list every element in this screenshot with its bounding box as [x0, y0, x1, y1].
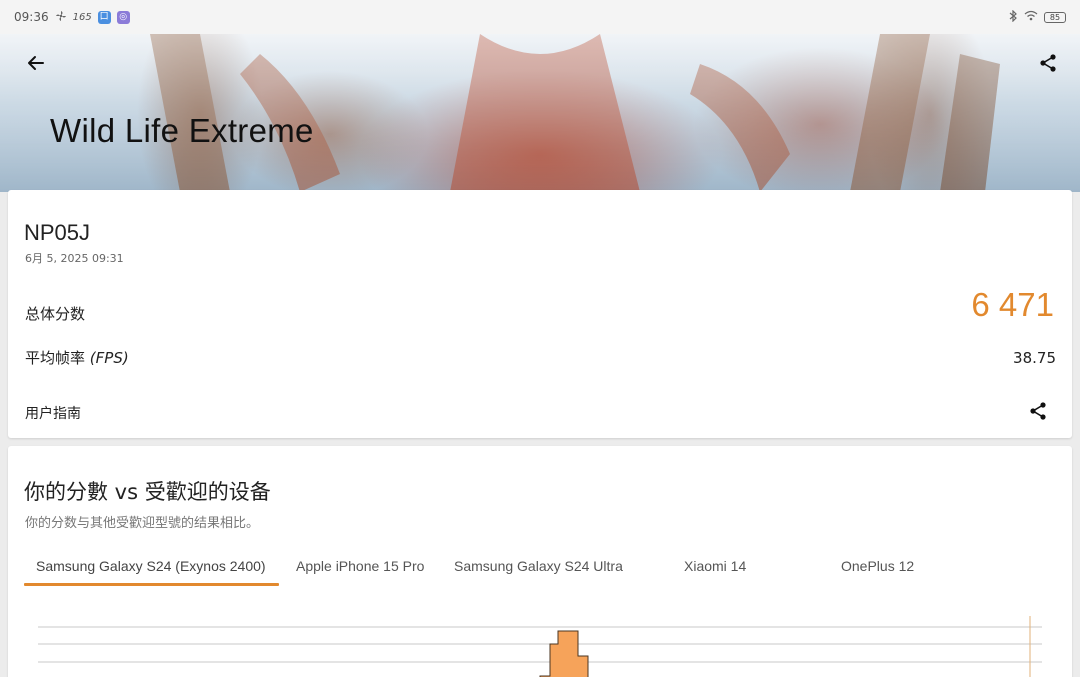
arrow-left-icon [28, 56, 44, 70]
battery-icon: 85 [1044, 11, 1066, 23]
comparison-subtitle: 你的分数与其他受歡迎型號的结果相比。 [25, 516, 260, 531]
fps-label-row: 平均帧率 (FPS) [25, 347, 129, 368]
share-button-header[interactable] [1034, 49, 1062, 77]
tab-samsung-galaxy-s24-ultra[interactable]: Samsung Galaxy S24 Ultra [454, 558, 623, 574]
app-badge-purple: ◎ [116, 10, 130, 24]
share-button-guide[interactable] [1024, 397, 1052, 425]
test-date: 6月 5, 2025 09:31 [25, 252, 124, 265]
status-time: 09:36 [14, 10, 49, 24]
user-guide-link[interactable]: 用户指南 [25, 403, 81, 423]
back-button[interactable] [22, 49, 50, 77]
app-badge-blue: 口 [97, 10, 111, 24]
device-name: NP05J [24, 220, 91, 245]
fps-unit: (FPS) [89, 349, 129, 367]
refresh-rate: 165 [72, 11, 92, 23]
status-right: 85 [1008, 9, 1066, 25]
tab-samsung-galaxy-s24-exynos[interactable]: Samsung Galaxy S24 (Exynos 2400) [36, 558, 266, 574]
fps-value: 38.75 [1013, 349, 1056, 367]
hero-banner: Wild Life Extreme [0, 34, 1080, 192]
share-icon [1030, 402, 1046, 420]
comparison-title: 你的分數 vs 受歡迎的设备 [24, 480, 271, 504]
total-score-label: 总体分数 [25, 305, 86, 323]
score-distribution-chart [38, 616, 1042, 677]
status-bar: 09:36 165 口 ◎ 85 [0, 0, 1080, 34]
share-icon [1040, 54, 1056, 72]
fps-label: 平均帧率 [25, 349, 86, 367]
status-left: 09:36 165 口 ◎ [14, 10, 130, 25]
active-tab-indicator [24, 583, 279, 586]
tab-xiaomi-14[interactable]: Xiaomi 14 [684, 558, 746, 574]
page-title: Wild Life Extreme [50, 112, 314, 149]
tab-apple-iphone-15-pro[interactable]: Apple iPhone 15 Pro [296, 558, 424, 574]
tab-oneplus-12[interactable]: OnePlus 12 [841, 558, 914, 574]
histogram-bars [539, 630, 589, 677]
result-card: NP05J 6月 5, 2025 09:31 总体分数 6 471 平均帧率 (… [8, 190, 1072, 438]
bluetooth-icon [1008, 9, 1018, 25]
total-score-value: 6 471 [971, 286, 1054, 323]
fan-icon [55, 10, 67, 25]
comparison-card: 你的分數 vs 受歡迎的设备 你的分数与其他受歡迎型號的结果相比。 Samsun… [8, 446, 1072, 677]
wifi-icon [1024, 10, 1038, 24]
